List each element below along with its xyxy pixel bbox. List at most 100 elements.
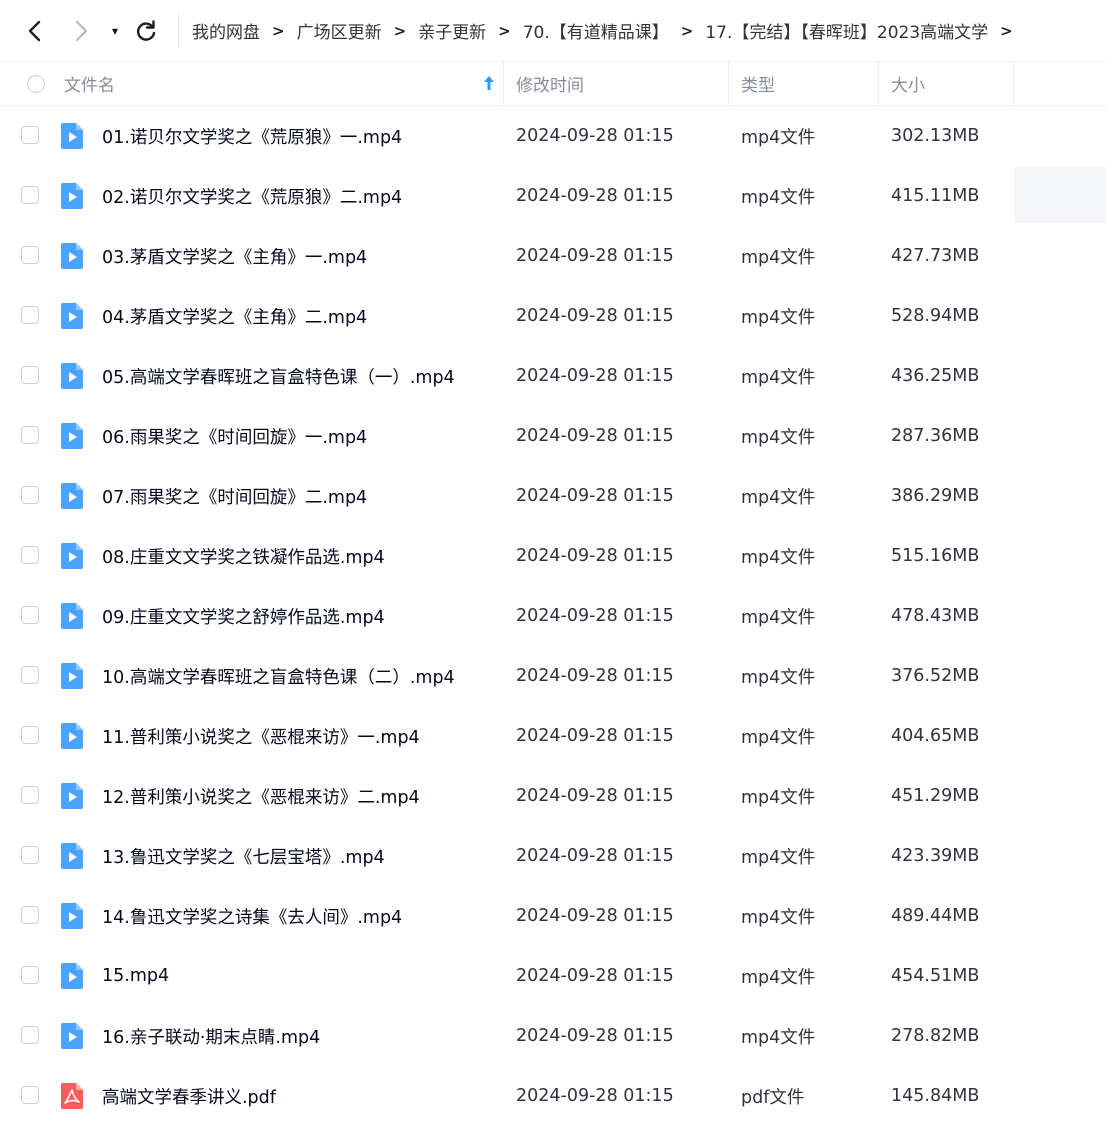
file-row[interactable]: 高端文学春季讲义.pdf 2024-09-28 01:15 pdf文件 145.84M… [0,1066,1106,1126]
file-modified-time: 2024-09-28 01:15 [516,486,674,506]
breadcrumb-separator-icon: > [1000,21,1013,40]
file-type: mp4文件 [741,127,816,148]
row-checkbox[interactable] [21,606,39,624]
file-row[interactable]: 06.雨果奖之《时间回旋》一.mp4 2024-09-28 01:15 mp4文件 2… [0,406,1106,466]
file-name[interactable]: 高端文学春季讲义.pdf [102,1066,276,1126]
file-row[interactable]: 03.茅盾文学奖之《主角》一.mp4 2024-09-28 01:15 mp4文件 4… [0,226,1106,286]
row-checkbox[interactable] [21,1086,39,1104]
file-modified-time: 2024-09-28 01:15 [516,606,674,626]
chevron-left-icon [28,20,41,42]
file-modified-time: 2024-09-28 01:15 [516,186,674,206]
forward-button[interactable] [68,18,94,44]
breadcrumb-item[interactable]: 我的网盘 [192,18,260,43]
file-row[interactable]: 15.mp4 2024-09-28 01:15 mp4文件 454.51MB [0,946,1106,1006]
file-row[interactable]: 02.诺贝尔文学奖之《荒原狼》二.mp4 2024-09-28 01:15 mp4文… [0,166,1106,226]
row-checkbox[interactable] [21,246,39,264]
file-name[interactable]: 04.茅盾文学奖之《主角》二.mp4 [102,286,367,346]
file-name[interactable]: 07.雨果奖之《时间回旋》二.mp4 [102,466,367,526]
row-checkbox[interactable] [21,726,39,744]
breadcrumb-item[interactable]: 广场区更新 [297,18,382,43]
row-checkbox[interactable] [21,546,39,564]
file-type: mp4文件 [741,847,816,868]
video-file-icon [60,542,84,570]
file-type: mp4文件 [741,187,816,208]
file-modified-time: 2024-09-28 01:15 [516,1026,674,1046]
video-file-icon [60,722,84,750]
chevron-right-icon [75,20,88,42]
row-checkbox[interactable] [21,186,39,204]
breadcrumb-item[interactable]: 17.【完结】【春晖班】2023高端文学 [705,18,988,43]
file-row[interactable]: 16.亲子联动·期末点睛.mp4 2024-09-28 01:15 mp4文件 278… [0,1006,1106,1066]
back-button[interactable] [22,18,48,44]
breadcrumb: 我的网盘 > 广场区更新 > 亲子更新 >70.【有道精品课】 >17.【完结】【春晖班】2… [192,0,1025,61]
file-row[interactable]: 09.庄重文文学奖之舒婷作品选.mp4 2024-09-28 01:15 mp4文件… [0,586,1106,646]
refresh-button[interactable] [134,18,158,44]
file-name[interactable]: 12.普利策小说奖之《恶棍来访》二.mp4 [102,766,420,826]
file-modified-time: 2024-09-28 01:15 [516,546,674,566]
file-row[interactable]: 04.茅盾文学奖之《主角》二.mp4 2024-09-28 01:15 mp4文件 5… [0,286,1106,346]
column-divider [878,62,879,105]
row-checkbox[interactable] [21,846,39,864]
file-name[interactable]: 16.亲子联动·期末点睛.mp4 [102,1006,320,1066]
file-name[interactable]: 01.诺贝尔文学奖之《荒原狼》一.mp4 [102,106,402,166]
column-header-modified[interactable]: 修改时间 [516,62,584,105]
breadcrumb-item[interactable]: 亲子更新 [418,18,486,43]
row-checkbox[interactable] [21,366,39,384]
file-row[interactable]: 13.鲁迅文学奖之《七层宝塔》.mp4 2024-09-28 01:15 mp4文件… [0,826,1106,886]
file-size: 287.36MB [891,426,980,446]
history-dropdown-button[interactable]: ▾ [106,21,124,41]
file-name[interactable]: 02.诺贝尔文学奖之《荒原狼》二.mp4 [102,166,402,226]
file-name[interactable]: 09.庄重文文学奖之舒婷作品选.mp4 [102,586,385,646]
file-row[interactable]: 07.雨果奖之《时间回旋》二.mp4 2024-09-28 01:15 mp4文件 3… [0,466,1106,526]
file-row[interactable]: 14.鲁迅文学奖之诗集《去人间》.mp4 2024-09-28 01:15 mp4文… [0,886,1106,946]
file-row[interactable]: 01.诺贝尔文学奖之《荒原狼》一.mp4 2024-09-28 01:15 mp4文… [0,106,1106,166]
file-size: 489.44MB [891,906,980,926]
sort-ascending-arrow-icon[interactable] [482,74,496,92]
file-name[interactable]: 05.高端文学春晖班之盲盒特色课（一）.mp4 [102,346,455,406]
file-type: mp4文件 [741,1027,816,1048]
column-header-size[interactable]: 大小 [891,62,925,105]
file-type: pdf文件 [741,1087,805,1108]
file-type: mp4文件 [741,727,816,748]
row-checkbox[interactable] [21,966,39,984]
file-name[interactable]: 10.高端文学春晖班之盲盒特色课（二）.mp4 [102,646,455,706]
video-file-icon [60,122,84,150]
row-checkbox[interactable] [21,426,39,444]
file-row[interactable]: 10.高端文学春晖班之盲盒特色课（二）.mp4 2024-09-28 01:15 m… [0,646,1106,706]
file-row[interactable]: 11.普利策小说奖之《恶棍来访》一.mp4 2024-09-28 01:15 mp4… [0,706,1106,766]
file-name[interactable]: 11.普利策小说奖之《恶棍来访》一.mp4 [102,706,420,766]
file-type: mp4文件 [741,307,816,328]
file-type: mp4文件 [741,607,816,628]
file-name[interactable]: 08.庄重文文学奖之铁凝作品选.mp4 [102,526,385,586]
breadcrumb-item[interactable]: 70.【有道精品课】 [523,18,669,43]
file-type: mp4文件 [741,487,816,508]
file-size: 451.29MB [891,786,980,806]
breadcrumb-separator-icon: > [272,21,285,40]
file-modified-time: 2024-09-28 01:15 [516,966,674,986]
file-row[interactable]: 08.庄重文文学奖之铁凝作品选.mp4 2024-09-28 01:15 mp4文件… [0,526,1106,586]
file-name[interactable]: 13.鲁迅文学奖之《七层宝塔》.mp4 [102,826,385,886]
column-divider [503,62,504,105]
row-checkbox[interactable] [21,666,39,684]
column-header-type[interactable]: 类型 [741,62,775,105]
file-type: mp4文件 [741,667,816,688]
file-name[interactable]: 03.茅盾文学奖之《主角》一.mp4 [102,226,367,286]
file-row[interactable]: 05.高端文学春晖班之盲盒特色课（一）.mp4 2024-09-28 01:15 m… [0,346,1106,406]
row-checkbox[interactable] [21,786,39,804]
file-modified-time: 2024-09-28 01:15 [516,906,674,926]
row-checkbox[interactable] [21,306,39,324]
select-all-checkbox[interactable] [27,74,45,93]
video-file-icon [60,242,84,270]
row-checkbox[interactable] [21,486,39,504]
navigation-toolbar: ▾ 我的网盘 > 广场区更新 > 亲子更新 >70.【有道精品课】 >17.【完结】【春晖班… [0,0,1106,61]
row-checkbox[interactable] [21,906,39,924]
file-name[interactable]: 14.鲁迅文学奖之诗集《去人间》.mp4 [102,886,402,946]
file-type: mp4文件 [741,547,816,568]
file-modified-time: 2024-09-28 01:15 [516,366,674,386]
file-name[interactable]: 06.雨果奖之《时间回旋》一.mp4 [102,406,367,466]
row-checkbox[interactable] [21,1026,39,1044]
file-row[interactable]: 12.普利策小说奖之《恶棍来访》二.mp4 2024-09-28 01:15 mp4… [0,766,1106,826]
file-name[interactable]: 15.mp4 [102,946,169,1006]
column-header-name[interactable]: 文件名 [64,62,115,105]
row-checkbox[interactable] [21,126,39,144]
